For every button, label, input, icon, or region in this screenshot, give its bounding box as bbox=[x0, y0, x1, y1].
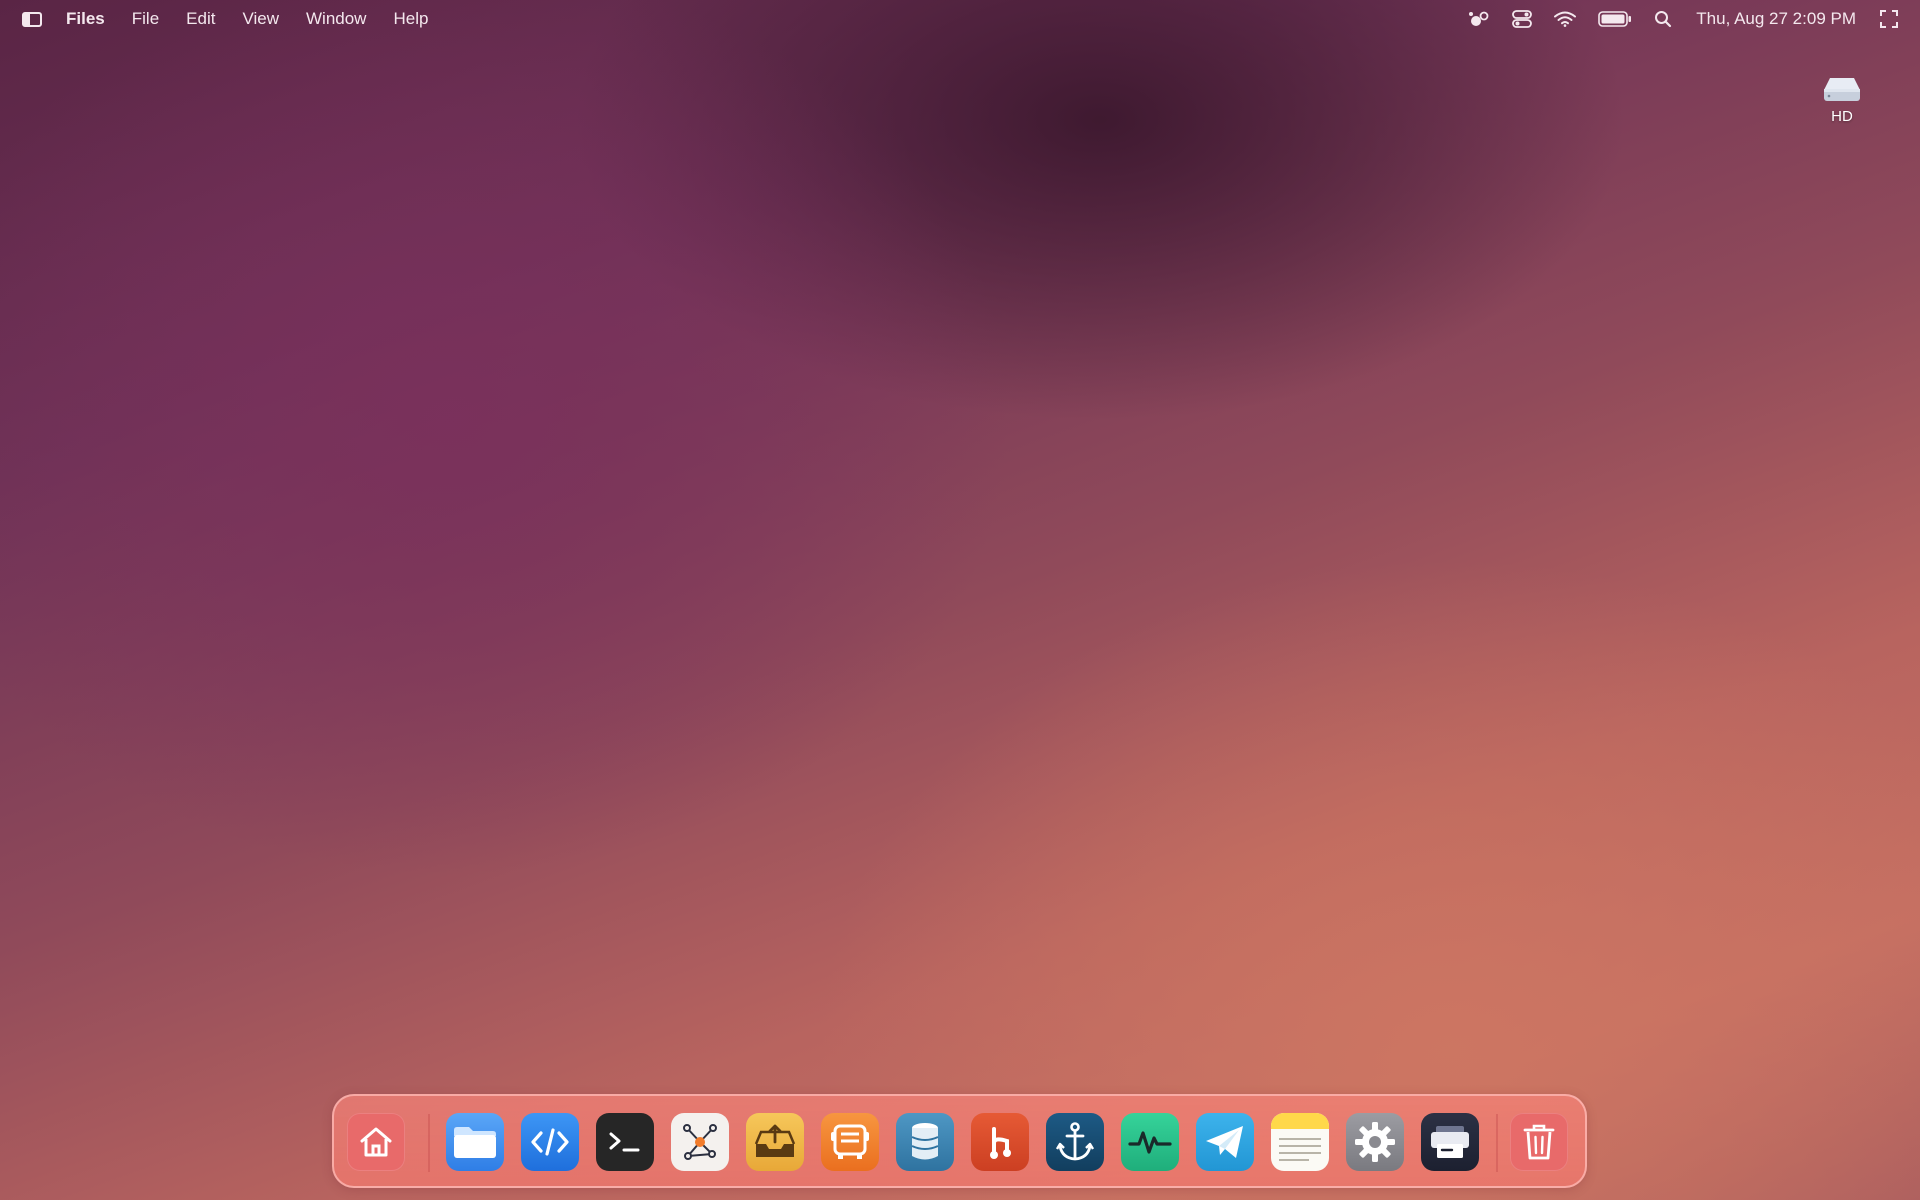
menu-view[interactable]: View bbox=[242, 9, 279, 29]
notes-icon[interactable] bbox=[1271, 1113, 1329, 1171]
menu-bar-right: Thu, Aug 27 2:09 PM bbox=[1446, 0, 1920, 38]
dock bbox=[332, 1094, 1587, 1188]
fullscreen-icon[interactable] bbox=[1880, 10, 1898, 28]
settings-gear-icon[interactable] bbox=[1346, 1113, 1404, 1171]
control-center-icon[interactable] bbox=[1512, 10, 1533, 28]
app-window-icon[interactable] bbox=[22, 11, 42, 27]
database-icon[interactable] bbox=[896, 1113, 954, 1171]
hd-label: HD bbox=[1831, 108, 1853, 125]
git-branch-icon[interactable] bbox=[971, 1113, 1029, 1171]
battery-icon[interactable] bbox=[1598, 11, 1632, 27]
menu-edit[interactable]: Edit bbox=[186, 9, 215, 29]
files-folder-icon[interactable] bbox=[446, 1113, 504, 1171]
graph-tool-icon[interactable] bbox=[671, 1113, 729, 1171]
menu-help[interactable]: Help bbox=[393, 9, 428, 29]
terminal-icon[interactable] bbox=[596, 1113, 654, 1171]
dock-separator bbox=[428, 1114, 430, 1172]
app-name-menu[interactable]: Files bbox=[66, 9, 105, 29]
menu-bar-clock[interactable]: Thu, Aug 27 2:09 PM bbox=[1696, 9, 1856, 29]
bus-transit-icon[interactable] bbox=[821, 1113, 879, 1171]
people-icon[interactable] bbox=[1468, 10, 1490, 28]
telegram-icon[interactable] bbox=[1196, 1113, 1254, 1171]
search-icon[interactable] bbox=[1654, 10, 1672, 28]
printer-icon[interactable] bbox=[1421, 1113, 1479, 1171]
desktop-hd-item[interactable]: HD bbox=[1812, 76, 1872, 125]
hard-drive-icon[interactable] bbox=[1823, 76, 1861, 101]
menu-bar-left: Files File Edit View Window Help bbox=[0, 0, 455, 38]
anchor-icon[interactable] bbox=[1046, 1113, 1104, 1171]
menu-window[interactable]: Window bbox=[306, 9, 366, 29]
menu-file[interactable]: File bbox=[132, 9, 159, 29]
wifi-icon[interactable] bbox=[1554, 11, 1577, 27]
activity-monitor-icon[interactable] bbox=[1121, 1113, 1179, 1171]
trash-icon[interactable] bbox=[1510, 1113, 1568, 1171]
menu-bar: Files File Edit View Window Help Thu, Au… bbox=[0, 0, 1920, 38]
inbox-upload-icon[interactable] bbox=[746, 1113, 804, 1171]
dock-separator bbox=[1496, 1114, 1498, 1172]
home-icon[interactable] bbox=[347, 1113, 405, 1171]
code-editor-icon[interactable] bbox=[521, 1113, 579, 1171]
